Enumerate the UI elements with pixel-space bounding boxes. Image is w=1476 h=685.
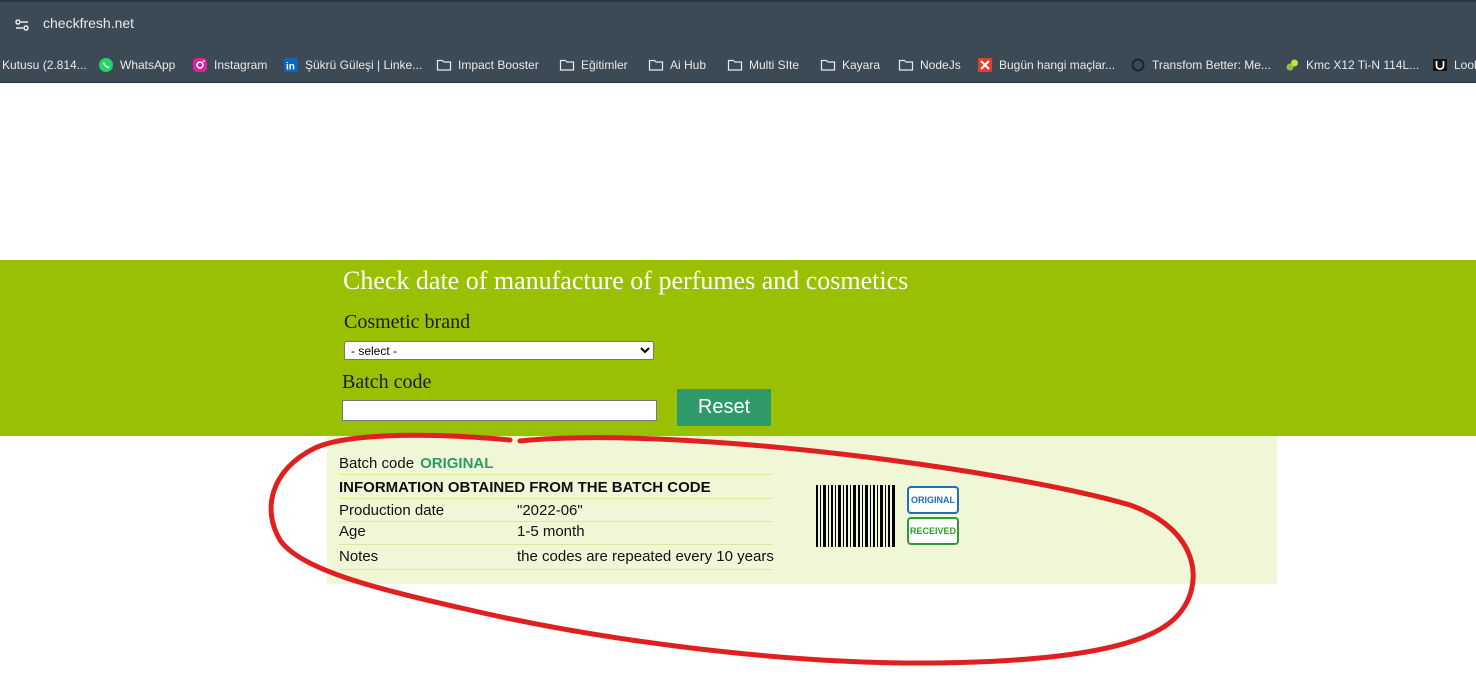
bookmark-look[interactable]: Look — [1432, 48, 1476, 82]
folder-icon — [436, 57, 452, 73]
brand-label: Cosmetic brand — [344, 311, 471, 333]
bookmark-multi-site[interactable]: Multi SIte — [727, 48, 799, 82]
bookmark-label: Instagram — [214, 58, 268, 72]
bookmarks-bar: Kutusu (2.814... WhatsApp Instagram in Ş… — [0, 48, 1476, 83]
result-key: Age — [339, 523, 366, 540]
bookmark-mail[interactable]: Kutusu (2.814... — [2, 48, 87, 82]
url-text[interactable]: checkfresh.net — [43, 15, 134, 31]
bookmark-egitimler[interactable]: Eğitimler — [559, 48, 628, 82]
bookmark-label: Ai Hub — [670, 58, 707, 72]
result-row-notes: Notes the codes are repeated every 10 ye… — [339, 548, 774, 570]
bookmark-label: Kayara — [842, 58, 881, 72]
bookmark-label: WhatsApp — [120, 58, 176, 72]
bookmark-label: Bugün hangi maçlar... — [999, 58, 1116, 72]
bookmark-label: Multi SIte — [749, 58, 800, 72]
linkedin-icon: in — [283, 57, 299, 73]
site-info-icon[interactable] — [10, 13, 34, 37]
u-site-icon — [1432, 57, 1448, 73]
folder-icon — [727, 57, 743, 73]
bookmark-transfom-better[interactable]: Transfom Better: Me... — [1130, 48, 1271, 82]
whatsapp-icon — [98, 57, 114, 73]
original-stamp-icon: ORIGINAL — [907, 486, 959, 514]
bookmark-label: Look — [1454, 58, 1476, 72]
bookmark-label: Transfom Better: Me... — [1152, 58, 1271, 72]
bookmark-nodejs[interactable]: NodeJs — [898, 48, 961, 82]
bookmark-impact-booster[interactable]: Impact Booster — [436, 48, 539, 82]
folder-icon — [648, 57, 664, 73]
result-value: "2022-06" — [517, 502, 583, 519]
instagram-icon — [192, 57, 208, 73]
batch-code-input[interactable] — [342, 400, 657, 421]
bookmark-bugun-hangi-maclar[interactable]: Bugün hangi maçlar... — [977, 48, 1115, 82]
result-value: 1-5 month — [517, 523, 585, 540]
result-batch-label: Batch code — [339, 455, 415, 472]
bookmark-label: Şükrü Güleşi | Linke... — [305, 58, 423, 72]
result-key: Production date — [339, 502, 445, 519]
result-row-age: Age 1-5 month — [339, 523, 773, 545]
folder-icon — [820, 57, 836, 73]
batch-code-label: Batch code — [342, 371, 432, 393]
page-title: Check date of manufacture of perfumes an… — [343, 266, 909, 295]
result-row-production-date: Production date "2022-06" — [339, 502, 773, 522]
result-status-row: Batch code ORIGINAL — [339, 455, 773, 475]
sports-site-icon — [977, 57, 993, 73]
bookmark-kmc-x12[interactable]: Kmc X12 Ti-N 114L... — [1284, 48, 1419, 82]
result-value: the codes are repeated every 10 years — [517, 548, 774, 565]
bookmark-kayara[interactable]: Kayara — [820, 48, 880, 82]
bookmark-whatsapp[interactable]: WhatsApp — [98, 48, 175, 82]
bookmark-label: Kutusu (2.814... — [2, 58, 87, 72]
bookmark-linkedin[interactable]: in Şükrü Güleşi | Linke... — [283, 48, 422, 82]
svg-text:in: in — [286, 62, 295, 73]
status-badge: ORIGINAL — [420, 455, 494, 472]
bookmark-label: Eğitimler — [581, 58, 628, 72]
bookmark-label: NodeJs — [920, 58, 961, 72]
circle-site-icon — [1130, 57, 1146, 73]
bookmark-ai-hub[interactable]: Ai Hub — [648, 48, 706, 82]
bookmark-instagram[interactable]: Instagram — [192, 48, 267, 82]
folder-icon — [898, 57, 914, 73]
tab-strip-edge — [0, 0, 1476, 2]
reset-button[interactable]: Reset — [677, 389, 771, 426]
bookmark-label: Kmc X12 Ti-N 114L... — [1306, 58, 1420, 72]
brand-select[interactable]: - select - — [344, 341, 654, 360]
bookmark-label: Impact Booster — [458, 58, 539, 72]
product-site-icon — [1284, 57, 1300, 73]
barcode-icon — [816, 485, 895, 547]
browser-address-bar: checkfresh.net — [0, 0, 1476, 48]
received-stamp-icon: RECEIVED — [907, 517, 959, 545]
info-heading: INFORMATION OBTAINED FROM THE BATCH CODE — [339, 479, 773, 499]
folder-icon — [559, 57, 575, 73]
result-key: Notes — [339, 548, 379, 565]
